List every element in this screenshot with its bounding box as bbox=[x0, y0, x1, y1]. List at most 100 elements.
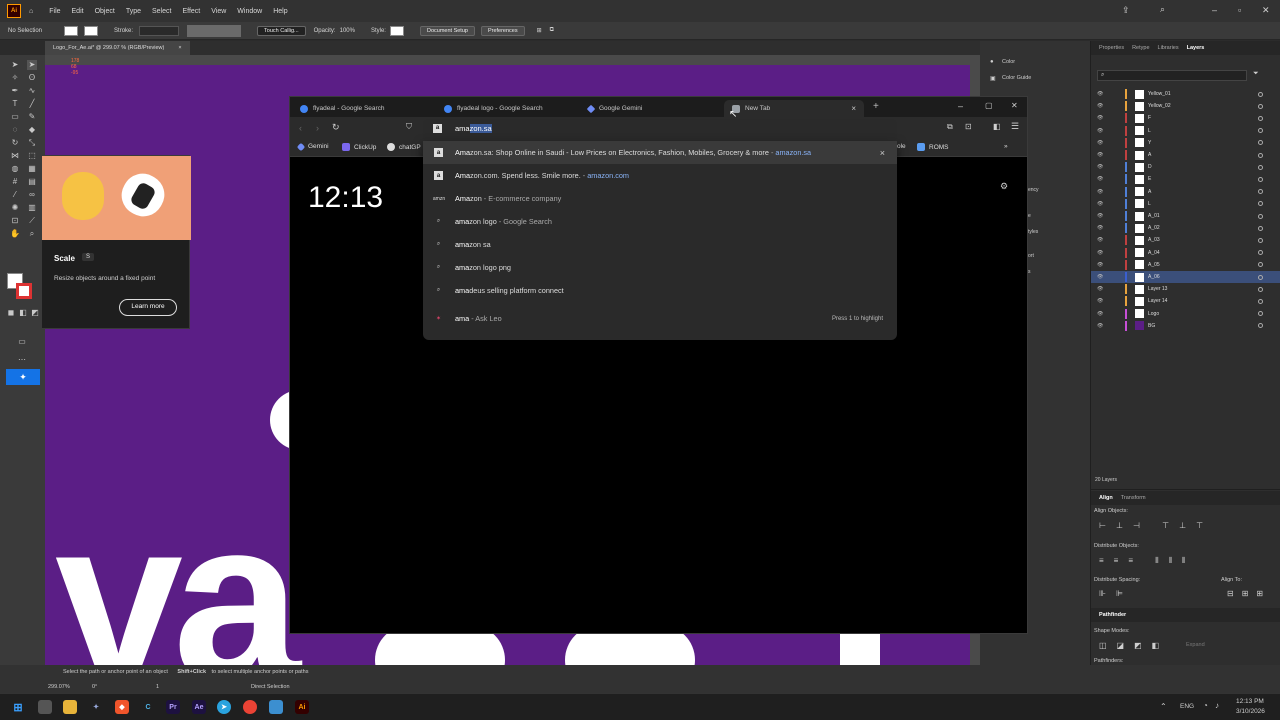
clock-time[interactable]: 12:13 PM bbox=[1236, 698, 1264, 705]
suggestion-row[interactable]: ✶ ama - Ask Leo Press 1 to highlight bbox=[423, 307, 897, 330]
layer-target-icon[interactable] bbox=[1258, 176, 1263, 182]
visibility-eye-icon[interactable]: 👁 bbox=[1097, 262, 1105, 268]
expand-button[interactable]: Expand bbox=[1186, 642, 1205, 648]
app-icon[interactable]: ✦ bbox=[89, 700, 103, 714]
layer-name[interactable]: A_04 bbox=[1148, 250, 1160, 256]
layer-target-icon[interactable] bbox=[1258, 311, 1263, 317]
new-tab-button[interactable]: + bbox=[873, 101, 879, 112]
tab-align[interactable]: Align bbox=[1099, 495, 1113, 501]
layer-name[interactable]: Logo bbox=[1148, 311, 1159, 317]
screen-mode-icon[interactable]: ▭ bbox=[17, 337, 27, 347]
app-icon[interactable]: C bbox=[141, 700, 155, 714]
stroke-weight-field[interactable] bbox=[139, 25, 180, 36]
layer-row[interactable]: 👁 Yellow_02 bbox=[1091, 100, 1280, 112]
rectangle-tool-icon[interactable]: ▭ bbox=[10, 112, 20, 122]
bookmark-item[interactable]: ole bbox=[897, 143, 906, 150]
bookmark-item[interactable]: chatGP bbox=[387, 143, 421, 151]
clock-date[interactable]: 3/10/2026 bbox=[1236, 708, 1265, 715]
align-objects-buttons[interactable]: ⊢⊥⊣ ⊤⊥⊤ bbox=[1099, 521, 1213, 530]
visibility-eye-icon[interactable]: 👁 bbox=[1097, 286, 1105, 292]
reload-icon[interactable]: ↻ bbox=[332, 122, 340, 133]
tab-pathfinder[interactable]: Pathfinder bbox=[1099, 612, 1126, 618]
menu-view[interactable]: View bbox=[211, 8, 226, 15]
after-effects-icon[interactable]: Ae bbox=[192, 700, 206, 714]
menu-icon[interactable]: ☰ bbox=[1011, 121, 1019, 132]
layer-row[interactable]: 👁 A_02 bbox=[1091, 222, 1280, 234]
bookmark-icon[interactable]: ⛉ bbox=[406, 122, 412, 132]
more-tools-icon[interactable]: ⋯ bbox=[17, 355, 27, 365]
menu-effect[interactable]: Effect bbox=[182, 8, 200, 15]
free-transform-icon[interactable]: ⬚ bbox=[27, 151, 37, 161]
language-indicator[interactable]: ENG bbox=[1180, 703, 1194, 710]
draw-normal-icon[interactable]: ◼ bbox=[6, 308, 16, 318]
address-text[interactable]: amazon.sa bbox=[455, 124, 492, 133]
align-to-buttons[interactable]: ⊟⊞⊞ bbox=[1227, 589, 1271, 598]
layer-name[interactable]: A bbox=[1148, 152, 1151, 158]
layer-name[interactable]: A_01 bbox=[1148, 213, 1160, 219]
extensions-icon[interactable]: ⧉ bbox=[947, 122, 953, 132]
suggestion-row[interactable]: a Amazon.com. Spend less. Smile more. - … bbox=[423, 164, 897, 187]
visibility-eye-icon[interactable]: 👁 bbox=[1097, 103, 1105, 109]
layer-name[interactable]: Layer 13 bbox=[1148, 286, 1167, 292]
zoom-tool-icon[interactable]: ⌕ bbox=[27, 229, 37, 239]
mesh-tool-icon[interactable]: # bbox=[10, 177, 20, 187]
layer-target-icon[interactable] bbox=[1258, 250, 1263, 256]
menu-type[interactable]: Type bbox=[126, 8, 141, 15]
browser-maximize-icon[interactable]: ▢ bbox=[985, 101, 993, 110]
magic-wand-icon[interactable]: ✧ bbox=[10, 73, 20, 83]
home-icon[interactable]: ⌂ bbox=[29, 8, 33, 15]
menu-help[interactable]: Help bbox=[273, 8, 287, 15]
preferences-button[interactable]: Preferences bbox=[480, 25, 525, 36]
layer-row[interactable]: 👁 A_03 bbox=[1091, 234, 1280, 246]
layer-row[interactable]: 👁 A bbox=[1091, 149, 1280, 161]
browser-close-icon[interactable]: ✕ bbox=[1011, 101, 1018, 110]
layer-name[interactable]: A_03 bbox=[1148, 237, 1160, 243]
visibility-eye-icon[interactable]: 👁 bbox=[1097, 298, 1105, 304]
layer-name[interactable]: D bbox=[1148, 164, 1152, 170]
browser-tab[interactable]: flyadeal - Google Search bbox=[300, 100, 440, 117]
visibility-eye-icon[interactable]: 👁 bbox=[1097, 189, 1105, 195]
layer-row[interactable]: 👁 A bbox=[1091, 186, 1280, 198]
scale-tool-icon[interactable]: ⤡ bbox=[27, 138, 37, 148]
layer-name[interactable]: L bbox=[1148, 201, 1151, 207]
visibility-eye-icon[interactable]: 👁 bbox=[1097, 237, 1105, 243]
filter-icon[interactable]: ⏷ bbox=[1253, 70, 1259, 78]
layer-row[interactable]: 👁 A_05 bbox=[1091, 259, 1280, 271]
visibility-eye-icon[interactable]: 👁 bbox=[1097, 225, 1105, 231]
layer-target-icon[interactable] bbox=[1258, 140, 1263, 146]
chrome-icon[interactable] bbox=[243, 700, 257, 714]
visibility-eye-icon[interactable]: 👁 bbox=[1097, 164, 1105, 170]
layer-name[interactable]: Y bbox=[1148, 140, 1151, 146]
suggestion-row[interactable]: a Amazon.sa: Shop Online in Saudi - Low … bbox=[423, 141, 897, 164]
pen-tool-icon[interactable]: ✒ bbox=[10, 86, 20, 96]
tab-close-icon[interactable]: × bbox=[851, 104, 856, 113]
share-icon[interactable]: ⇪ bbox=[1122, 5, 1130, 16]
tray-chevron-icon[interactable]: ⌃ bbox=[1160, 702, 1167, 711]
layer-target-icon[interactable] bbox=[1258, 189, 1263, 195]
shape-modes-buttons[interactable]: ◫◪◩◧ bbox=[1099, 641, 1169, 650]
suggestion-row[interactable]: ⌕ amadeus selling platform connect bbox=[423, 279, 897, 302]
draw-behind-icon[interactable]: ◧ bbox=[18, 308, 28, 318]
stroke-color-box[interactable] bbox=[16, 283, 32, 299]
layer-target-icon[interactable] bbox=[1258, 323, 1263, 329]
gradient-tool-icon[interactable]: ▤ bbox=[27, 177, 37, 187]
layer-target-icon[interactable] bbox=[1258, 274, 1263, 280]
visibility-eye-icon[interactable]: 👁 bbox=[1097, 311, 1105, 317]
document-tab-close-icon[interactable]: × bbox=[178, 45, 181, 51]
layer-name[interactable]: Yellow_01 bbox=[1148, 91, 1171, 97]
layer-target-icon[interactable] bbox=[1258, 225, 1263, 231]
layer-name[interactable]: A_05 bbox=[1148, 262, 1160, 268]
layer-name[interactable]: E bbox=[1148, 176, 1151, 182]
premiere-icon[interactable]: Pr bbox=[166, 700, 180, 714]
back-icon[interactable]: ‹ bbox=[299, 123, 302, 133]
line-tool-icon[interactable]: ╱ bbox=[27, 99, 37, 109]
distribute-spacing-buttons[interactable]: ⊪⊫ bbox=[1099, 589, 1133, 598]
layer-row[interactable]: 👁 A_06 bbox=[1091, 271, 1280, 283]
visibility-eye-icon[interactable]: 👁 bbox=[1097, 140, 1105, 146]
bookmarks-overflow-icon[interactable]: » bbox=[1004, 143, 1008, 150]
layer-target-icon[interactable] bbox=[1258, 213, 1263, 219]
curvature-tool-icon[interactable]: ∿ bbox=[27, 86, 37, 96]
volume-icon[interactable]: ♪ bbox=[1215, 701, 1219, 710]
variable-width-field[interactable] bbox=[187, 24, 242, 37]
layer-target-icon[interactable] bbox=[1258, 115, 1263, 121]
